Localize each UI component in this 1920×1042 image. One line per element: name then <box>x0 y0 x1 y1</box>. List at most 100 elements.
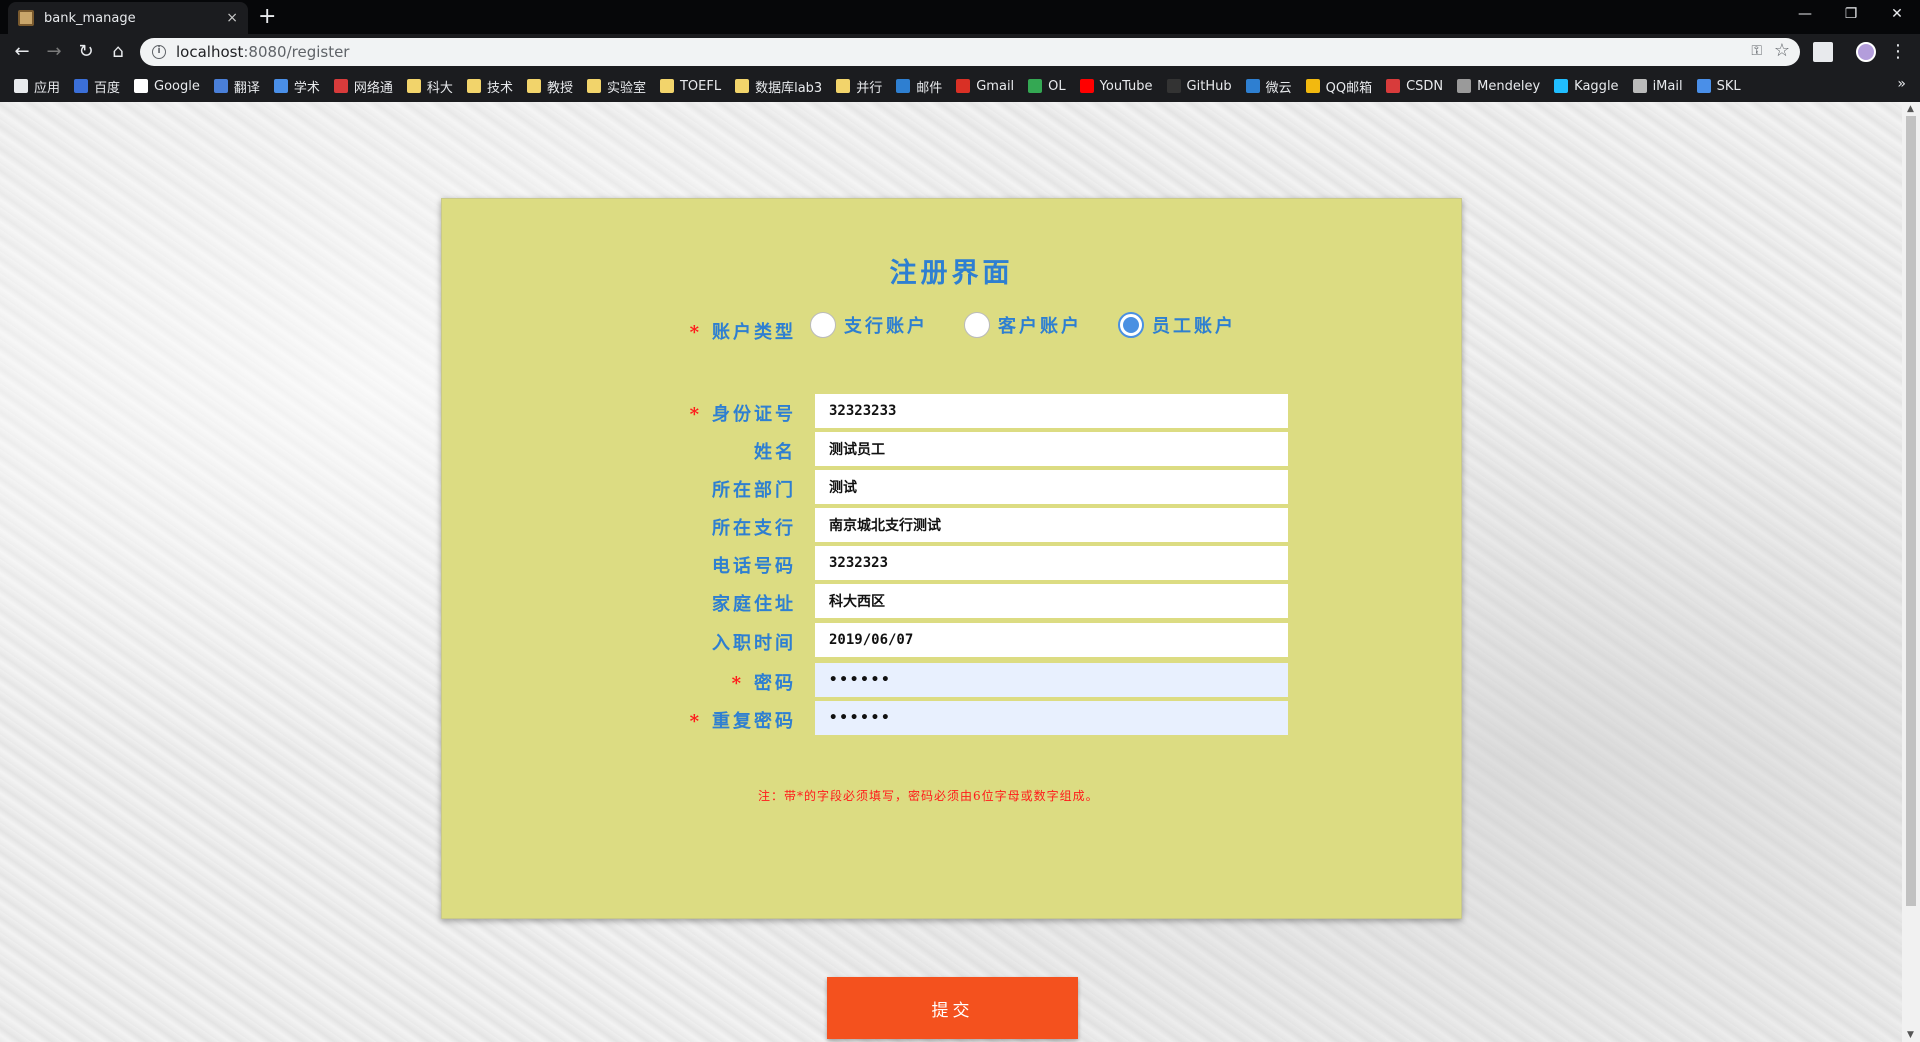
extension-icon[interactable] <box>1813 42 1833 62</box>
minimize-button[interactable]: — <box>1782 0 1828 30</box>
translate-icon <box>213 79 228 93</box>
hire-date-input[interactable] <box>815 623 1288 657</box>
scroll-thumb[interactable] <box>1906 116 1916 906</box>
bookmark-star-icon[interactable]: ☆ <box>1774 40 1790 61</box>
radio-label: 客户账户 <box>998 316 1082 337</box>
bookmark-item[interactable]: 数据库lab3 <box>735 77 822 96</box>
bookmark-item[interactable]: CSDN <box>1386 79 1443 94</box>
required-mark: * <box>689 404 702 425</box>
radio-button[interactable] <box>964 312 990 338</box>
bookmark-label: OL <box>1048 78 1066 94</box>
bookmark-label: 翻译 <box>233 80 260 96</box>
address-input[interactable] <box>815 584 1288 618</box>
bookmark-item[interactable]: 科大 <box>406 77 453 96</box>
browser-toolbar: ← → ↻ ⌂ i localhost :8080/register ⚿ ☆ ⋮ <box>0 34 1920 70</box>
network-icon <box>333 79 348 93</box>
id-number-input[interactable] <box>815 394 1288 428</box>
name-input[interactable] <box>815 432 1288 466</box>
close-window-button[interactable]: ✕ <box>1874 0 1920 30</box>
bookmark-item[interactable]: Mendeley <box>1457 79 1540 94</box>
account-type-radio-group: 支行账户 客户账户 员工账户 <box>810 312 1272 338</box>
radio-button[interactable] <box>1118 312 1144 338</box>
bookmark-item[interactable]: Google <box>134 79 200 94</box>
bookmark-item[interactable]: SKL <box>1696 79 1741 94</box>
bookmark-item[interactable]: 应用 <box>14 77 60 96</box>
bookmark-item[interactable]: GitHub <box>1166 79 1232 94</box>
branch-input[interactable] <box>815 508 1288 542</box>
menu-dots-icon[interactable]: ⋮ <box>1886 40 1910 64</box>
csdn-icon <box>1386 79 1401 93</box>
forward-arrow-icon[interactable]: → <box>42 40 66 64</box>
tab-favicon-icon <box>18 10 34 26</box>
tab-close-icon[interactable]: × <box>226 10 238 26</box>
folder-icon <box>586 79 601 93</box>
back-arrow-icon[interactable]: ← <box>10 40 34 64</box>
reload-icon[interactable]: ↻ <box>74 40 98 64</box>
submit-button[interactable]: 提交 <box>827 977 1078 1039</box>
browser-tab-strip: bank_manage × + — ❐ ✕ <box>0 0 1920 34</box>
folder-icon <box>526 79 541 93</box>
bookmarks-bar: 应用 百度 Google 翻译 学术 网络通 科大 技术 教授 实验室 TOEFL 数据库lab3 并行… <box>0 70 1920 102</box>
department-input[interactable] <box>815 470 1288 504</box>
radio-button[interactable] <box>810 312 836 338</box>
bookmark-item[interactable]: TOEFL <box>659 79 721 94</box>
address-row: 家庭住址 <box>442 584 1461 618</box>
bookmark-label: YouTube <box>1099 78 1153 94</box>
restore-button[interactable]: ❐ <box>1828 0 1874 30</box>
password-input[interactable] <box>815 663 1288 697</box>
profile-avatar-icon[interactable] <box>1856 42 1876 62</box>
bookmark-item[interactable]: Kaggle <box>1554 78 1619 94</box>
new-tab-button[interactable]: + <box>258 4 276 30</box>
bookmark-label: 学术 <box>293 80 320 96</box>
bookmark-label: 邮件 <box>916 80 943 96</box>
address-bar[interactable]: i localhost :8080/register ⚿ ☆ <box>140 38 1800 66</box>
bookmark-item[interactable]: Gmail <box>956 79 1014 94</box>
page-scrollbar[interactable]: ▲ ▼ <box>1902 102 1920 1042</box>
bookmark-label: 数据库lab3 <box>755 80 823 96</box>
bookmark-item[interactable]: 实验室 <box>586 77 646 96</box>
bookmark-label: Kaggle <box>1574 78 1619 94</box>
bookmark-label: 应用 <box>34 80 61 96</box>
department-row: 所在部门 <box>442 470 1461 504</box>
bookmark-item[interactable]: 学术 <box>273 77 320 96</box>
bookmark-item[interactable]: 网络通 <box>333 77 393 96</box>
account-type-option[interactable]: 客户账户 <box>964 312 1082 338</box>
bookmark-item[interactable]: 翻译 <box>213 77 260 96</box>
home-icon[interactable]: ⌂ <box>106 40 130 64</box>
bookmark-item[interactable]: 邮件 <box>896 77 942 96</box>
account-type-option[interactable]: 员工账户 <box>1118 312 1236 338</box>
password-repeat-input[interactable] <box>815 701 1288 735</box>
site-info-icon[interactable]: i <box>152 45 166 59</box>
bookmarks-more-icon[interactable]: » <box>1897 76 1906 92</box>
bookmark-item[interactable]: QQ邮箱 <box>1305 77 1372 96</box>
bookmark-label: 微云 <box>1265 80 1292 96</box>
password-row: * 密码 <box>442 663 1461 697</box>
weiyun-icon <box>1245 79 1260 93</box>
tab-title: bank_manage <box>44 10 136 26</box>
account-type-option[interactable]: 支行账户 <box>810 312 928 338</box>
bookmark-item[interactable]: 技术 <box>466 77 513 96</box>
key-icon[interactable]: ⚿ <box>1751 43 1762 59</box>
bookmark-item[interactable]: YouTube <box>1079 78 1153 94</box>
google-icon <box>134 79 149 93</box>
branch-label: 所在支行 <box>712 518 796 539</box>
phone-row: 电话号码 <box>442 546 1461 580</box>
bookmark-item[interactable]: 并行 <box>836 77 882 96</box>
bookmark-item[interactable]: 教授 <box>526 77 573 96</box>
bookmark-item[interactable]: iMail <box>1632 79 1683 94</box>
required-mark: * <box>731 673 744 694</box>
browser-tab[interactable]: bank_manage × <box>8 2 248 34</box>
gmail-icon <box>956 79 971 93</box>
scholar-icon <box>273 79 288 93</box>
bookmark-item[interactable]: 百度 <box>74 77 120 96</box>
address-label: 家庭住址 <box>712 594 796 615</box>
page-title: 注册界面 <box>889 258 1014 289</box>
youtube-icon <box>1079 79 1094 93</box>
bookmark-item[interactable]: OL <box>1028 78 1066 94</box>
folder-icon <box>659 79 674 93</box>
scroll-up-icon[interactable]: ▲ <box>1907 104 1914 114</box>
scroll-down-icon[interactable]: ▼ <box>1907 1030 1914 1040</box>
phone-input[interactable] <box>815 546 1288 580</box>
bookmark-item[interactable]: 微云 <box>1245 77 1292 96</box>
bookmark-label: 网络通 <box>353 80 393 96</box>
